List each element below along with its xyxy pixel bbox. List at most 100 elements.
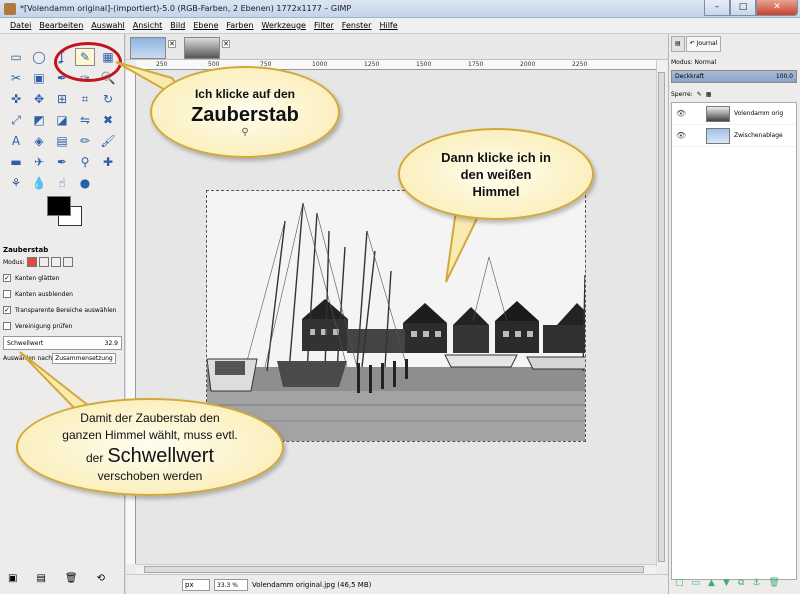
duplicate-layer-icon[interactable]: ⧉ — [738, 578, 744, 588]
tab-layers[interactable]: ▤ — [671, 36, 685, 52]
raise-layer-icon[interactable]: ▲ — [708, 578, 715, 588]
close-tab-icon[interactable]: ✕ — [168, 40, 176, 48]
layer-row[interactable]: 👁 Zwischenablage — [672, 125, 796, 147]
perspective-clone-icon[interactable]: ⚘ — [6, 174, 26, 192]
vertical-scrollbar[interactable] — [656, 60, 666, 566]
airbrush-icon[interactable]: ✈ — [29, 153, 49, 171]
opacity-label: Deckkraft — [675, 73, 705, 80]
close-tab-icon[interactable]: ✕ — [222, 40, 230, 48]
scrollbar-thumb[interactable] — [144, 566, 644, 573]
dodge-burn-icon[interactable]: ● — [75, 174, 95, 192]
flip-icon[interactable]: ⇋ — [75, 111, 95, 129]
foreground-color[interactable] — [47, 196, 71, 216]
menu-hilfe[interactable]: Hilfe — [375, 18, 401, 33]
threshold-slider[interactable]: Schwellwert 32.9 — [3, 336, 122, 350]
menu-bild[interactable]: Bild — [166, 18, 189, 33]
ink-icon[interactable]: ✒ — [52, 153, 72, 171]
eraser-icon[interactable]: ▬ — [6, 153, 26, 171]
scale-icon[interactable]: ⤢ — [6, 111, 26, 129]
feather-checkbox[interactable] — [3, 290, 11, 298]
delete-layer-icon[interactable]: 🗑 — [768, 578, 779, 588]
color-swatches[interactable] — [44, 194, 84, 230]
save-options-icon[interactable]: ▣ — [8, 573, 17, 584]
opacity-slider[interactable]: Deckkraft 100.0 — [671, 70, 797, 83]
rotate-icon[interactable]: ↻ — [98, 90, 118, 108]
blur-icon[interactable]: 💧 — [29, 174, 49, 192]
cage-icon[interactable]: ✖ — [98, 111, 118, 129]
visibility-icon[interactable]: 👁 — [672, 109, 690, 118]
shear-icon[interactable]: ◩ — [29, 111, 49, 129]
measure-icon[interactable]: ✜ — [6, 90, 26, 108]
anchor-icon[interactable]: ⚓ — [752, 578, 760, 588]
mode-subtract-button[interactable] — [50, 257, 61, 267]
perspective-icon[interactable]: ◪ — [52, 111, 72, 129]
menu-auswahl[interactable]: Auswahl — [87, 18, 128, 33]
ellipse-select-icon[interactable]: ◯ — [29, 48, 49, 66]
clone-icon[interactable]: ⚲ — [75, 153, 95, 171]
menu-farben[interactable]: Farben — [222, 18, 257, 33]
ruler-tick-label: 1250 — [364, 61, 380, 68]
feather-option[interactable]: Kanten ausblenden — [3, 286, 122, 302]
harbor-image — [207, 191, 585, 441]
delete-options-icon[interactable]: 🗑 — [65, 573, 78, 584]
menu-fenster[interactable]: Fenster — [338, 18, 376, 33]
unit-dropdown[interactable]: px — [182, 578, 210, 591]
menu-bearbeiten[interactable]: Bearbeiten — [35, 18, 87, 33]
rect-select-icon[interactable]: ▭ — [6, 48, 26, 66]
menu-filter[interactable]: Filter — [310, 18, 338, 33]
image-tab-clipboard[interactable] — [130, 37, 166, 59]
layer-mode-row[interactable]: Modus: Normal — [671, 56, 797, 68]
layer-row[interactable]: 👁 Volendamm orig — [672, 103, 796, 125]
select-by-dropdown[interactable]: Zusammensetzung — [52, 352, 116, 364]
transparent-checkbox[interactable]: ✓ — [3, 306, 11, 314]
zoom-dropdown[interactable]: 33.3 % — [214, 578, 248, 591]
merged-checkbox[interactable] — [3, 322, 11, 330]
foreground-select-icon[interactable]: ▣ — [29, 69, 49, 87]
align-icon[interactable]: ⊞ — [52, 90, 72, 108]
pencil-icon[interactable]: ✏ — [75, 132, 95, 150]
antialias-option[interactable]: ✓ Kanten glätten — [3, 270, 122, 286]
dock-tabs: ▤ ↶ Journal — [671, 36, 722, 52]
window-controls: – □ ✕ — [704, 0, 798, 16]
bucket-fill-icon[interactable]: ◈ — [29, 132, 49, 150]
visibility-icon[interactable]: 👁 — [672, 131, 690, 140]
merged-option[interactable]: Vereinigung prüfen — [3, 318, 122, 334]
none — [98, 174, 118, 192]
blend-icon[interactable]: ▤ — [52, 132, 72, 150]
scissors-icon[interactable]: ✂ — [6, 69, 26, 87]
smudge-icon[interactable]: ☝ — [52, 174, 72, 192]
lock-alpha-icon[interactable]: ▦ — [706, 91, 712, 98]
new-group-icon[interactable]: ▭ — [692, 578, 701, 588]
mode-replace-button[interactable] — [26, 257, 37, 267]
move-icon[interactable]: ✥ — [29, 90, 49, 108]
new-layer-icon[interactable]: ▢ — [675, 578, 684, 588]
layer-name: Volendamm orig — [734, 110, 784, 117]
antialias-checkbox[interactable]: ✓ — [3, 274, 11, 282]
lock-pixels-icon[interactable]: ✎ — [697, 91, 702, 98]
layer-mode-dropdown[interactable]: Modus: Normal — [671, 59, 716, 66]
paintbrush-icon[interactable]: 🖌 — [98, 132, 118, 150]
text-icon[interactable]: A — [6, 132, 26, 150]
reset-options-icon[interactable]: ⟲ — [97, 573, 105, 584]
transparent-option[interactable]: ✓ Transparente Bereiche auswählen — [3, 302, 122, 318]
scrollbar-thumb[interactable] — [658, 72, 665, 562]
menu-werkzeuge[interactable]: Werkzeuge — [258, 18, 310, 33]
harbor-photo[interactable] — [206, 190, 586, 442]
close-button[interactable]: ✕ — [756, 0, 798, 16]
menu-ansicht[interactable]: Ansicht — [129, 18, 167, 33]
tab-journal[interactable]: ↶ Journal — [685, 36, 722, 52]
maximize-button[interactable]: □ — [730, 0, 756, 16]
crop-icon[interactable]: ⌗ — [75, 90, 95, 108]
ruler-tick-label: 1000 — [312, 61, 328, 68]
menu-datei[interactable]: Datei — [6, 18, 35, 33]
lower-layer-icon[interactable]: ▼ — [723, 578, 730, 588]
image-tab-volendamm[interactable] — [184, 37, 220, 59]
minimize-button[interactable]: – — [704, 0, 730, 16]
lock-label: Sperre: — [671, 90, 693, 98]
mode-intersect-button[interactable] — [62, 257, 73, 267]
heal-icon[interactable]: ✚ — [98, 153, 118, 171]
restore-options-icon[interactable]: ▤ — [36, 573, 45, 584]
mode-add-button[interactable] — [38, 257, 49, 267]
menu-ebene[interactable]: Ebene — [189, 18, 222, 33]
horizontal-scrollbar[interactable] — [136, 564, 656, 574]
